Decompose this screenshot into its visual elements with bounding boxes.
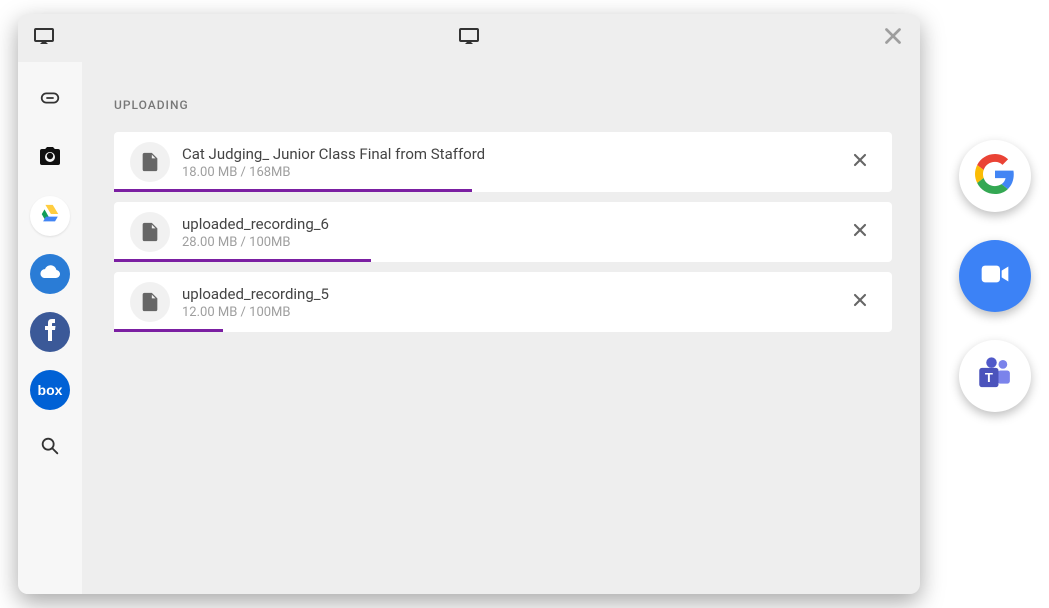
search-icon [39, 435, 61, 461]
svg-text:T: T [985, 370, 993, 385]
dialog-body: box UPLOADING Cat Judging_ Junior Class … [18, 62, 920, 594]
zoom-icon [975, 254, 1015, 298]
sidebar-item-camera[interactable] [30, 138, 70, 178]
file-info: Cat Judging_ Junior Class Final from Sta… [182, 145, 844, 180]
upload-dialog: box UPLOADING Cat Judging_ Junior Class … [18, 14, 920, 594]
upload-row: Cat Judging_ Junior Class Final from Sta… [114, 132, 892, 192]
sidebar-item-search[interactable] [30, 428, 70, 468]
file-info: uploaded_recording_5 12.00 MB / 100MB [182, 285, 844, 320]
sidebar-item-google-drive[interactable] [30, 196, 70, 236]
progress-bar [114, 259, 371, 262]
external-app-zoom[interactable] [959, 240, 1031, 312]
close-dialog-button[interactable] [880, 23, 906, 53]
google-icon [975, 154, 1015, 198]
device-center-icon [457, 24, 481, 52]
external-apps: T [959, 140, 1031, 412]
sidebar-item-facebook[interactable] [30, 312, 70, 352]
file-name: uploaded_recording_6 [182, 215, 844, 233]
file-meta: 12.00 MB / 100MB [182, 305, 844, 320]
progress-bar [114, 189, 472, 192]
file-icon [130, 142, 170, 182]
onedrive-icon [38, 260, 62, 288]
sidebar-item-box[interactable]: box [30, 370, 70, 410]
file-icon [130, 282, 170, 322]
upload-row: uploaded_recording_5 12.00 MB / 100MB [114, 272, 892, 332]
sidebar-item-link[interactable] [30, 80, 70, 120]
dialog-header [18, 14, 920, 62]
source-sidebar: box [18, 62, 82, 594]
teams-icon: T [974, 353, 1016, 399]
file-meta: 28.00 MB / 100MB [182, 235, 844, 250]
facebook-icon [43, 318, 57, 346]
camera-icon [38, 144, 62, 172]
cancel-upload-button[interactable] [844, 144, 876, 180]
external-app-google[interactable] [959, 140, 1031, 212]
upload-list: UPLOADING Cat Judging_ Junior Class Fina… [82, 62, 920, 594]
section-title: UPLOADING [114, 98, 892, 112]
link-icon [39, 87, 61, 113]
upload-row: uploaded_recording_6 28.00 MB / 100MB [114, 202, 892, 262]
file-name: Cat Judging_ Junior Class Final from Sta… [182, 145, 844, 163]
file-name: uploaded_recording_5 [182, 285, 844, 303]
progress-bar [114, 329, 223, 332]
google-drive-icon [39, 203, 61, 229]
file-info: uploaded_recording_6 28.00 MB / 100MB [182, 215, 844, 250]
cancel-upload-button[interactable] [844, 284, 876, 320]
box-icon: box [38, 382, 63, 398]
cancel-upload-button[interactable] [844, 214, 876, 250]
device-icon [32, 24, 56, 52]
file-meta: 18.00 MB / 168MB [182, 165, 844, 180]
external-app-teams[interactable]: T [959, 340, 1031, 412]
file-icon [130, 212, 170, 252]
sidebar-item-onedrive[interactable] [30, 254, 70, 294]
